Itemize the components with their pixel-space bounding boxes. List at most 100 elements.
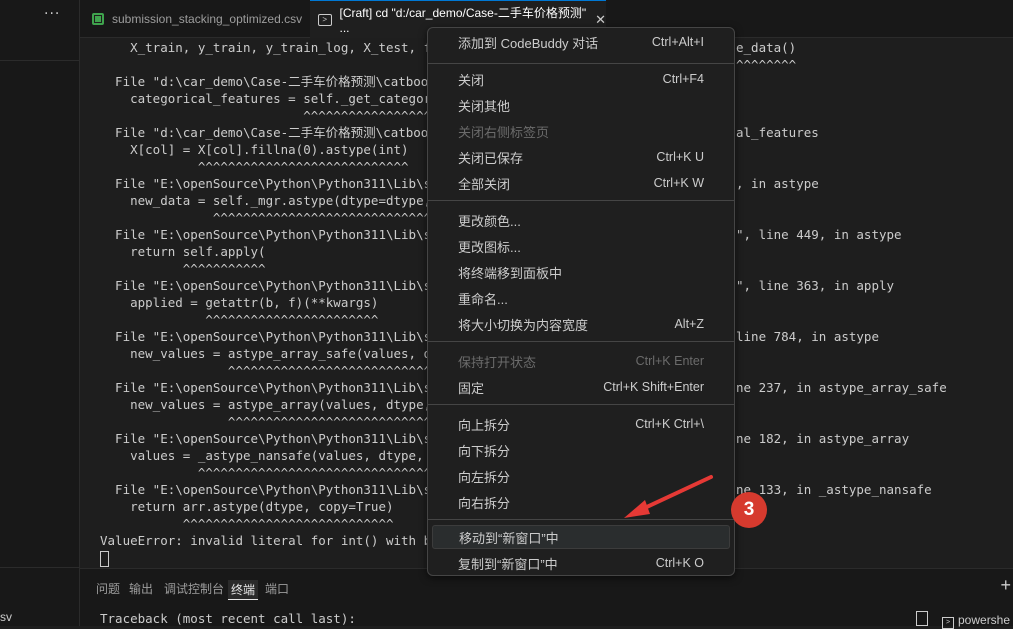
menu-item-close-right: 关闭右侧标签页 [432, 119, 730, 143]
tab-context-menu: 添加到 CodeBuddy 对话 Ctrl+Alt+I 关闭 Ctrl+F4 关闭其… [427, 27, 735, 576]
sidebar-file-fragment[interactable]: sv [0, 610, 12, 624]
terminal-fragment: ne 133, in _astype_nansafe [736, 482, 932, 497]
menu-item-close[interactable]: 关闭 Ctrl+F4 [432, 67, 730, 91]
menu-shortcut: Ctrl+K U [656, 150, 704, 164]
menu-shortcut: Alt+Z [674, 317, 704, 331]
terminal-line: File "E:\openSource\Python\Python311\Lib… [100, 176, 454, 191]
menu-label: 关闭右侧标签页 [458, 124, 550, 140]
close-icon[interactable]: ✕ [595, 12, 606, 28]
menu-shortcut: Ctrl+K W [653, 176, 704, 190]
tab-label: submission_stacking_optimized.csv [112, 12, 303, 26]
menu-item-rename[interactable]: 重命名... [432, 286, 730, 310]
menu-separator [428, 341, 734, 342]
shell-label: powershe [958, 613, 1011, 627]
menu-item-keep-open: 保持打开状态 Ctrl+K Enter [432, 349, 730, 373]
menu-item-close-saved[interactable]: 关闭已保存 Ctrl+K U [432, 145, 730, 169]
menu-shortcut: Ctrl+K Shift+Enter [603, 380, 704, 394]
more-actions-icon[interactable]: ··· [44, 6, 60, 22]
menu-label: 将终端移到面板中 [458, 265, 563, 281]
tab-problems[interactable]: 问题 [96, 580, 120, 597]
terminal-line: ValueError: invalid literal for int() wi… [100, 533, 454, 548]
terminal-line: File "E:\openSource\Python\Python311\Lib… [100, 380, 454, 395]
menu-item-move-to-new-window[interactable]: 移动到“新窗口”中 [432, 525, 730, 549]
new-terminal-plus-icon[interactable]: + [1000, 575, 1011, 596]
tab-output[interactable]: 输出 [129, 580, 153, 597]
menu-label: 关闭其他 [458, 98, 511, 114]
menu-item-toggle-size[interactable]: 将大小切换为内容宽度 Alt+Z [432, 312, 730, 336]
menu-separator [428, 404, 734, 405]
sidebar-divider [0, 60, 80, 61]
terminal-line: File "d:\car_demo\Case-二手车价格预测\catboos [100, 125, 436, 140]
menu-label: 更改图标... [458, 239, 521, 255]
tab-terminal-panel[interactable]: 终端 [228, 580, 259, 600]
csv-file-icon [92, 13, 104, 25]
terminal-line: File "E:\openSource\Python\Python311\Lib… [100, 482, 454, 497]
terminal-line: X[col] = X[col].fillna(0).astype(int) [100, 142, 409, 157]
menu-label: 向右拆分 [458, 495, 511, 511]
tab-debug-console[interactable]: 调试控制台 [164, 580, 224, 597]
menu-label: 重命名... [458, 291, 508, 307]
terminal-fragment: ne 237, in astype_array_safe [736, 380, 947, 395]
terminal-line: new_values = astype_array(values, dtype,… [100, 397, 454, 412]
menu-label: 保持打开状态 [458, 354, 537, 370]
terminal-line: File "E:\openSource\Python\Python311\Lib… [100, 227, 454, 242]
menu-item-split-up[interactable]: 向上拆分 Ctrl+K Ctrl+\ [432, 412, 730, 436]
menu-label: 向左拆分 [458, 469, 511, 485]
menu-item-move-to-panel[interactable]: 将终端移到面板中 [432, 260, 730, 284]
menu-shortcut: Ctrl+Alt+I [651, 35, 704, 49]
terminal-line: ^^^^^^^^^^^ [100, 261, 266, 276]
panel-terminal[interactable]: Traceback (most recent call last): > powe… [80, 608, 1013, 629]
terminal-fragment: ", line 449, in astype [736, 227, 902, 242]
menu-label: 复制到“新窗口”中 [458, 556, 558, 572]
menu-item-close-all[interactable]: 全部关闭 Ctrl+K W [432, 171, 730, 195]
menu-item-split-right[interactable]: 向右拆分 [432, 490, 730, 514]
menu-label: 关闭已保存 [458, 150, 524, 166]
terminal-instance-powershell[interactable]: > powershe [942, 613, 1010, 629]
menu-item-copy-to-new-window[interactable]: 复制到“新窗口”中 Ctrl+K O [432, 551, 730, 575]
menu-separator [428, 519, 734, 520]
terminal-line: values = _astype_nansafe(values, dtype, … [100, 448, 454, 463]
tab-ports[interactable]: 端口 [265, 580, 289, 597]
terminal-line: X_train, y_train, y_train_log, X_test, f… [100, 40, 454, 55]
terminal-line: ^^^^^^^^^^^^^^^^^^^^^^^ [100, 312, 379, 327]
menu-label: 移动到“新窗口”中 [459, 530, 559, 546]
traceback-line: Traceback (most recent call last): [100, 611, 356, 626]
terminal-fragment: ", line 363, in apply [736, 278, 895, 293]
step-badge: 3 [731, 492, 767, 528]
terminal-fragment: , in astype [736, 176, 819, 191]
terminal-line: File "E:\openSource\Python\Python311\Lib… [100, 329, 454, 344]
terminal-line: File "E:\openSource\Python\Python311\Lib… [100, 431, 454, 446]
terminal-icon: > [942, 617, 954, 629]
terminal-split-icon[interactable] [916, 611, 928, 626]
terminal-fragment: ne 182, in astype_array [736, 431, 910, 446]
terminal-icon: > [318, 13, 332, 26]
menu-shortcut: Ctrl+K Enter [635, 354, 704, 368]
menu-item-change-color[interactable]: 更改颜色... [432, 208, 730, 232]
menu-item-pin[interactable]: 固定 Ctrl+K Shift+Enter [432, 375, 730, 399]
terminal-line: applied = getattr(b, f)(**kwargs) [100, 295, 379, 310]
terminal-line: ^^^^^^^^^^^^^^^^^^^^^^^^^^^^^^^^ [100, 210, 454, 225]
menu-separator [428, 63, 734, 64]
menu-item-split-left[interactable]: 向左拆分 [432, 464, 730, 488]
menu-item-change-icon[interactable]: 更改图标... [432, 234, 730, 258]
terminal-fragment: ^^^^^^^^ [736, 57, 797, 72]
menu-separator [428, 200, 734, 201]
terminal-line: File "E:\openSource\Python\Python311\Lib… [100, 278, 454, 293]
terminal-line: ^^^^^^^^^^^^^^^^^^^^^^^^^^^^^^^^^^ [100, 465, 454, 480]
tab-csv-file[interactable]: submission_stacking_optimized.csv [84, 0, 304, 38]
sidebar-divider-bottom [0, 567, 80, 568]
menu-label: 向下拆分 [458, 443, 511, 459]
menu-item-close-others[interactable]: 关闭其他 [432, 93, 730, 117]
menu-item-add-to-codebuddy[interactable]: 添加到 CodeBuddy 对话 Ctrl+Alt+I [432, 30, 730, 54]
terminal-cursor [100, 549, 109, 567]
explorer-sidebar: ··· sv [0, 0, 80, 626]
menu-label: 添加到 CodeBuddy 对话 [458, 35, 599, 51]
menu-label: 更改颜色... [458, 213, 521, 229]
terminal-line: ^^^^^^^^^^^^^^^^^^^^^^^^^^^^^^^ [100, 414, 462, 429]
menu-item-split-down[interactable]: 向下拆分 [432, 438, 730, 462]
terminal-line: return arr.astype(dtype, copy=True) [100, 499, 394, 514]
menu-label: 全部关闭 [458, 176, 511, 192]
terminal-line: ^^^^^^^^^^^^^^^^^^^^ [100, 108, 454, 123]
terminal-line: new_data = self._mgr.astype(dtype=dtype,… [100, 193, 454, 208]
terminal-line: categorical_features = self._get_categor… [100, 91, 454, 106]
